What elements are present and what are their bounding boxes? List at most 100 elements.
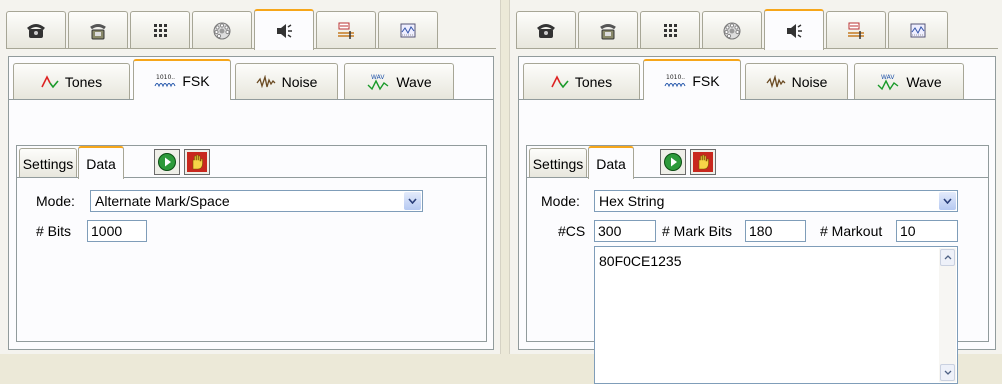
bits-input[interactable]: [87, 220, 147, 242]
tab-waveform-screen[interactable]: [888, 11, 948, 49]
stop-button[interactable]: [184, 149, 210, 175]
markout-label: # Markout: [820, 223, 883, 239]
tab-telephone[interactable]: [6, 11, 66, 49]
tab-strip-border: [6, 48, 496, 49]
tab-keypad[interactable]: [640, 11, 700, 49]
top-tab-strip: [6, 9, 496, 50]
tab-noise-label: Noise: [791, 73, 828, 90]
tab-fsk[interactable]: 1010.. FSK: [133, 59, 231, 100]
telephone-icon: [27, 23, 45, 38]
tab-speaker[interactable]: [254, 9, 314, 50]
chevron-down-icon[interactable]: [404, 192, 421, 210]
tones-icon: [41, 74, 59, 88]
hex-data-text: 80F0CE1235: [599, 253, 682, 269]
mark-bits-input[interactable]: [745, 220, 806, 242]
signal-generator-icon: [338, 22, 354, 39]
wave-icon: WAV: [877, 74, 899, 90]
tab-tones-label: Tones: [64, 73, 103, 90]
tab-data-label: Data: [596, 155, 626, 172]
cs-label: #CS: [558, 223, 586, 239]
panel-divider: [500, 0, 510, 354]
mode-select-value: Hex String: [599, 193, 665, 209]
wave-icon: WAV: [367, 74, 389, 90]
tab-signal-generator[interactable]: [826, 11, 886, 49]
signal-tab-border: [9, 99, 493, 100]
tab-desk-phone[interactable]: [68, 11, 128, 49]
play-button[interactable]: [660, 149, 686, 175]
noise-icon: [766, 74, 786, 88]
svg-text:1010..: 1010..: [666, 74, 685, 81]
tab-speaker[interactable]: [764, 9, 824, 50]
tab-data[interactable]: Data: [588, 146, 634, 179]
mode-select[interactable]: Hex String: [594, 190, 958, 212]
bits-label: # Bits: [36, 223, 72, 239]
scroll-down-button[interactable]: [940, 364, 955, 381]
mark-bits-label: # Mark Bits: [662, 223, 733, 239]
signal-generator-icon: [848, 22, 864, 39]
tab-settings-label: Settings: [532, 155, 584, 172]
tones-icon: [551, 74, 569, 88]
tab-fsk[interactable]: 1010.. FSK: [643, 59, 741, 100]
tab-fsk-label: FSK: [182, 72, 210, 89]
tab-settings-label: Settings: [22, 155, 74, 172]
tab-noise[interactable]: Noise: [235, 63, 338, 99]
tab-waveform-screen[interactable]: [378, 11, 438, 49]
top-tab-strip: [516, 9, 998, 50]
tab-noise[interactable]: Noise: [745, 63, 848, 99]
tab-tones-label: Tones: [574, 73, 613, 90]
chevron-down-icon[interactable]: [939, 192, 956, 210]
svg-text:WAV: WAV: [881, 74, 895, 81]
tab-telephone[interactable]: [516, 11, 576, 49]
mode-label: Mode:: [541, 193, 580, 209]
tab-settings[interactable]: Settings: [529, 148, 587, 178]
tab-strip-border: [516, 48, 998, 49]
tab-wave[interactable]: WAV Wave: [344, 63, 454, 99]
desk-phone-icon: [600, 23, 616, 39]
tab-rotary-dial[interactable]: [192, 11, 252, 49]
play-icon: [158, 153, 176, 171]
tab-keypad[interactable]: [130, 11, 190, 49]
cs-input[interactable]: [594, 220, 656, 242]
speaker-icon: [787, 23, 802, 38]
scroll-up-button[interactable]: [940, 249, 955, 266]
fsk-icon: 1010..: [154, 74, 176, 87]
tab-signal-generator[interactable]: [316, 11, 376, 49]
desk-phone-icon: [90, 23, 106, 39]
tab-settings[interactable]: Settings: [19, 148, 77, 178]
textarea-scrollbar[interactable]: [939, 248, 956, 382]
telephone-icon: [537, 23, 555, 38]
rotary-dial-icon: [723, 22, 741, 39]
rotary-dial-icon: [213, 22, 231, 39]
tab-rotary-dial[interactable]: [702, 11, 762, 49]
tab-data[interactable]: Data: [78, 146, 124, 179]
keypad-icon: [154, 23, 167, 37]
mode-label: Mode:: [36, 193, 75, 209]
fsk-icon: 1010..: [664, 74, 686, 87]
data-tab-panel: Settings Data Mode: Hex String #CS # Mar…: [526, 145, 989, 384]
tab-wave-label: Wave: [906, 73, 942, 90]
svg-text:1010..: 1010..: [156, 74, 175, 81]
left-fsk-panel: Tones 1010.. FSK Noise WAV Wave Settings…: [0, 0, 500, 354]
keypad-icon: [664, 23, 677, 37]
mode-select-value: Alternate Mark/Space: [95, 193, 230, 209]
hand-stop-icon: [187, 152, 207, 172]
stop-button[interactable]: [690, 149, 716, 175]
tab-tones[interactable]: Tones: [13, 63, 130, 99]
tab-wave-label: Wave: [396, 73, 432, 90]
play-icon: [664, 153, 682, 171]
hand-stop-icon: [693, 152, 713, 172]
play-button[interactable]: [154, 149, 180, 175]
speaker-icon: [277, 23, 292, 38]
signal-tab-border: [519, 99, 995, 100]
svg-text:WAV: WAV: [371, 74, 385, 81]
waveform-screen-icon: [910, 23, 926, 37]
markout-input[interactable]: [896, 220, 958, 242]
mode-select[interactable]: Alternate Mark/Space: [90, 190, 423, 212]
tab-desk-phone[interactable]: [578, 11, 638, 49]
tab-wave[interactable]: WAV Wave: [854, 63, 964, 99]
tab-tones[interactable]: Tones: [523, 63, 640, 99]
waveform-screen-icon: [400, 23, 416, 37]
tab-data-label: Data: [86, 155, 116, 172]
noise-icon: [256, 74, 276, 88]
hex-data-textarea[interactable]: 80F0CE1235: [594, 246, 958, 384]
